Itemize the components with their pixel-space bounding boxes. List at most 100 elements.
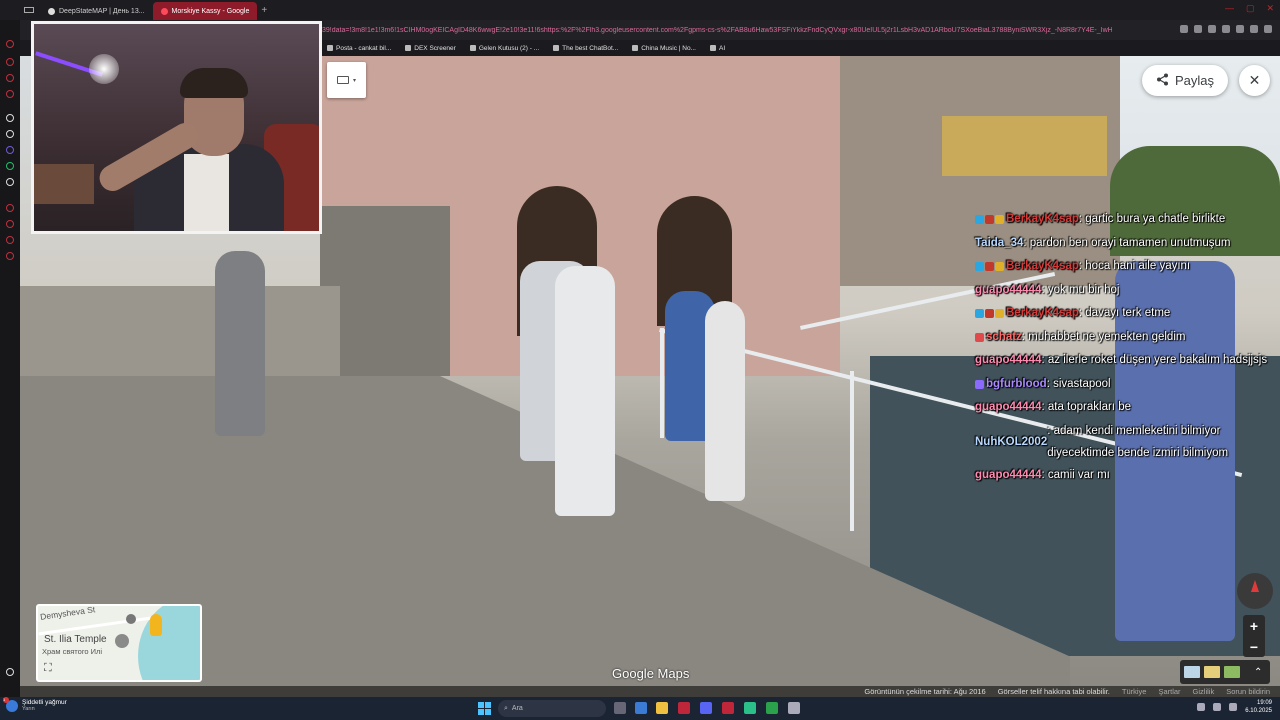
extension-icon[interactable]	[1222, 25, 1230, 33]
extension-icon[interactable]	[1208, 25, 1216, 33]
bookmark-favicon-icon	[405, 45, 412, 51]
chat-badges	[975, 309, 1004, 319]
balcony	[942, 116, 1107, 176]
x-icon[interactable]	[6, 178, 14, 186]
chat-username[interactable]: Taida_34	[975, 235, 1023, 252]
keyboard-shortcuts-button[interactable]: ▾	[327, 62, 366, 98]
chat-username[interactable]: guapo44444	[975, 282, 1041, 299]
expand-map-icon[interactable]: ⛶	[44, 662, 52, 675]
chat-username[interactable]: BerkayK4sap	[1006, 305, 1079, 322]
sidebar-app-icon[interactable]	[6, 252, 14, 260]
privacy-link[interactable]: Gizlilik	[1193, 687, 1215, 696]
tab-google-maps[interactable]: Morskiye Kassy - Google	[152, 2, 258, 20]
network-icon[interactable]	[1213, 703, 1222, 711]
edge-icon[interactable]	[635, 702, 647, 714]
url-text[interactable]: 39!data=!3m8!1e1!3m6!1sCIHM0ogKEICAgID48…	[322, 27, 1112, 34]
bookmark-folder[interactable]: AI	[709, 45, 725, 52]
aria-icon[interactable]	[6, 114, 14, 122]
bookmark-item[interactable]: DEX Screener	[405, 45, 456, 52]
discord-taskbar-icon[interactable]	[700, 702, 712, 714]
chat-badge-icon	[975, 379, 984, 389]
chat-badges	[975, 215, 1004, 225]
chatgpt-icon[interactable]	[6, 130, 14, 138]
close-street-view-button[interactable]: ✕	[1239, 65, 1270, 96]
chat-badge-icon	[995, 215, 1004, 225]
zoom-in-button[interactable]: +	[1250, 618, 1258, 634]
new-tab-button[interactable]: +	[261, 5, 267, 16]
webcam-overlay	[31, 21, 322, 234]
volume-icon[interactable]	[1229, 703, 1238, 711]
minimize-icon[interactable]: —	[1225, 3, 1234, 14]
opera-taskbar-icon[interactable]	[678, 702, 690, 714]
layer-thumbnail[interactable]	[1184, 666, 1200, 678]
menu-icon[interactable]	[1264, 25, 1272, 33]
report-link[interactable]: Sorun bildirin	[1226, 687, 1270, 696]
chat-username[interactable]: schatz	[986, 329, 1022, 346]
chat-message: BerkayK4sap: gartic bura ya chatle birli…	[975, 208, 1275, 232]
chat-username[interactable]: BerkayK4sap	[1006, 258, 1079, 275]
layer-thumbnail[interactable]	[1204, 666, 1220, 678]
opera-icon[interactable]	[6, 40, 14, 48]
tab-list-icon[interactable]	[24, 7, 34, 13]
show-hidden-icons[interactable]	[1197, 703, 1206, 711]
chat-message: guapo44444: ata toprakları be	[975, 396, 1275, 420]
minimap-place-label: St. Ilia Temple	[44, 634, 107, 645]
chat-message: NuhKOL2002: adam kendi memleketini bilmi…	[975, 420, 1255, 464]
start-button[interactable]	[478, 702, 491, 715]
download-icon[interactable]	[1250, 25, 1258, 33]
pegman-icon[interactable]	[150, 614, 162, 636]
sidebar-app-icon[interactable]	[6, 58, 14, 66]
sidebar-toggle-icon[interactable]	[0, 0, 20, 20]
chat-message: schatz: muhabbet ne yemekten geldim	[975, 326, 1275, 350]
extension-icon[interactable]	[1236, 25, 1244, 33]
bookmark-item[interactable]: The best ChatBot...	[553, 45, 618, 52]
app-taskbar-icon[interactable]	[788, 702, 800, 714]
zoom-icon[interactable]	[1180, 25, 1188, 33]
chat-message: BerkayK4sap: davayı terk etme	[975, 302, 1275, 326]
whatsapp-icon[interactable]	[6, 162, 14, 170]
opera-gx-taskbar-icon[interactable]	[722, 702, 734, 714]
chat-message: guapo44444: yok mu bir hoj	[975, 279, 1275, 303]
sidebar-app-icon[interactable]	[6, 90, 14, 98]
sidebar-app-icon[interactable]	[6, 220, 14, 228]
chat-username[interactable]: BerkayK4sap	[1006, 211, 1079, 228]
chat-username[interactable]: NuhKOL2002	[975, 431, 1047, 453]
chevron-up-icon[interactable]: ⌃	[1254, 667, 1262, 678]
tab-deepstatemap[interactable]: DeepStateMAP | День 13...	[40, 2, 153, 20]
weather-title: Şiddetli yağmur	[22, 699, 67, 706]
terms-link[interactable]: Şartlar	[1158, 687, 1180, 696]
app-taskbar-icon[interactable]	[766, 702, 778, 714]
share-button[interactable]: Paylaş	[1142, 65, 1228, 96]
chat-username[interactable]: guapo44444	[975, 467, 1041, 484]
sidebar-app-icon[interactable]	[6, 236, 14, 244]
app-taskbar-icon[interactable]	[744, 702, 756, 714]
tab-label: DeepStateMAP | День 13...	[59, 7, 145, 15]
compass-needle-icon	[1251, 580, 1259, 592]
minimap[interactable]: Demyshevа St St. Ilia Temple Храм святог…	[36, 604, 202, 682]
close-window-icon[interactable]: ✕	[1266, 3, 1274, 14]
browser-sidebar	[0, 20, 20, 697]
weather-widget[interactable]: Şiddetli yağmur Yarın	[3, 696, 67, 712]
stream-chat-overlay: BerkayK4sap: gartic bura ya chatle birli…	[975, 208, 1275, 487]
bookmark-item[interactable]: Gelen Kutusu (2) - ...	[469, 45, 539, 52]
layer-thumbnail[interactable]	[1224, 666, 1240, 678]
chat-username[interactable]: guapo44444	[975, 352, 1041, 369]
compass-button[interactable]	[1237, 573, 1273, 609]
bookmark-item[interactable]: China Music | No...	[632, 45, 696, 52]
discord-icon[interactable]	[6, 146, 14, 154]
clock[interactable]: 19:09 6.10.2025	[1245, 699, 1272, 715]
zoom-out-button[interactable]: −	[1250, 639, 1258, 655]
chat-username[interactable]: bgfurblood	[986, 376, 1047, 393]
maximize-icon[interactable]: ▢	[1246, 3, 1255, 14]
file-explorer-icon[interactable]	[656, 702, 668, 714]
sidebar-app-icon[interactable]	[6, 204, 14, 212]
bookmark-star-icon[interactable]	[1194, 25, 1202, 33]
bookmark-item[interactable]: Posta - cankat bil...	[327, 45, 391, 52]
layers-control[interactable]: ⌃	[1180, 660, 1270, 684]
taskbar-search[interactable]: ⌕ Ara	[498, 700, 606, 717]
windows-taskbar: Şiddetli yağmur Yarın ⌕ Ara 19:09 6.10.2…	[0, 696, 1280, 720]
sidebar-app-icon[interactable]	[6, 74, 14, 82]
task-view-icon[interactable]	[614, 702, 626, 714]
more-icon[interactable]	[6, 668, 14, 676]
chat-username[interactable]: guapo44444	[975, 399, 1041, 416]
